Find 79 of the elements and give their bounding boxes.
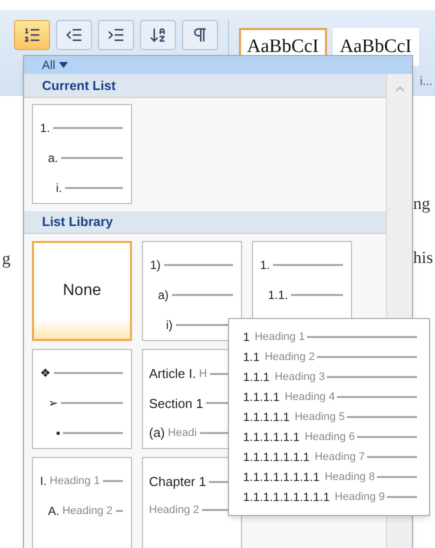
line-rule <box>102 480 123 482</box>
heading-number: 1.1.1.1 <box>243 389 280 406</box>
style-caption: i... <box>420 73 433 90</box>
toolbar-button[interactable] <box>56 20 92 50</box>
line-rule <box>61 402 123 404</box>
heading-label: Heading 4 <box>284 390 335 405</box>
line-rule <box>65 187 123 189</box>
list-marker: a) <box>158 287 169 304</box>
document-text: g <box>2 248 10 270</box>
list-marker: i. <box>56 180 62 197</box>
toolbar-button[interactable] <box>98 20 134 50</box>
heading-number: 1.1.1.1.1 <box>243 409 290 426</box>
list-style-tile[interactable]: ❖ ➢ ▪ <box>32 349 132 449</box>
list-marker: (a) <box>149 424 165 442</box>
document-text: ng <box>413 193 432 215</box>
heading-label: Heading 3 <box>274 370 325 385</box>
list-marker: ❖ <box>40 365 51 382</box>
toolbar-button[interactable] <box>182 20 218 50</box>
heading-label: Heading 7 <box>314 450 365 465</box>
list-marker: 1. <box>260 257 270 274</box>
heading-label: Heading 9 <box>334 490 385 505</box>
line-rule <box>376 476 417 478</box>
heading-number: 1 <box>243 329 250 346</box>
list-marker: 1) <box>150 257 161 274</box>
sort-icon <box>149 26 167 44</box>
heading-label: Heading 6 <box>304 430 355 445</box>
list-marker: 1.1. <box>268 287 288 304</box>
list-marker: ▪ <box>56 425 60 442</box>
increase-indent-icon <box>107 26 125 44</box>
list-style-tile[interactable]: I. Heading 1 A. Heading 2 <box>32 457 132 548</box>
list-style-tile[interactable]: None <box>32 241 132 341</box>
toolbar-button[interactable] <box>14 20 50 50</box>
list-marker: a. <box>48 150 58 167</box>
heading-number: 1.1.1.1.1.1.1 <box>243 449 310 466</box>
line-rule <box>366 456 417 458</box>
heading-label: Heading 2 <box>149 502 200 518</box>
list-style-tile[interactable]: 1. a. i. <box>32 104 132 204</box>
heading-label: Headi <box>168 426 197 440</box>
line-rule <box>61 157 123 159</box>
pilcrow-icon <box>191 26 209 44</box>
line-rule <box>273 264 343 266</box>
list-marker: Section 1 <box>149 394 204 412</box>
line-rule <box>356 436 417 438</box>
heading-number: 1.1.1 <box>243 369 270 386</box>
heading-label: Heading 1 <box>50 474 100 489</box>
list-marker: I. <box>40 473 47 490</box>
line-rule <box>386 496 417 498</box>
heading-label: Heading 2 <box>62 504 112 519</box>
line-rule <box>172 294 233 296</box>
line-rule <box>63 432 123 434</box>
section-header: List Library <box>24 211 386 234</box>
line-rule <box>54 372 123 374</box>
heading-label: Heading 2 <box>264 350 315 365</box>
document-text: his <box>413 246 433 268</box>
heading-label: Heading 5 <box>294 410 345 425</box>
heading-number: 1.1.1.1.1.1.1.1 <box>243 469 320 486</box>
list-marker: Article I. <box>149 365 196 383</box>
decrease-indent-icon <box>65 26 83 44</box>
filter-dropdown[interactable]: All <box>24 56 412 74</box>
list-marker: A. <box>48 503 60 520</box>
heading-number: 1.1.1.1.1.1 <box>243 429 300 446</box>
line-rule <box>53 127 123 129</box>
list-marker: i) <box>166 317 173 334</box>
list-marker: Chapter 1 <box>149 473 206 491</box>
section-header: Current List <box>24 74 386 98</box>
toolbar-button[interactable] <box>140 20 176 50</box>
caret-icon <box>59 62 68 68</box>
multilevel-list-icon <box>23 26 41 44</box>
list-marker: ➢ <box>48 395 58 412</box>
heading-label: Heading 8 <box>324 470 375 485</box>
heading-number: 1.1.1.1.1.1.1.1.1 <box>243 489 330 506</box>
heading-number: 1.1 <box>243 349 260 366</box>
line-rule <box>291 294 343 296</box>
list-style-tile[interactable]: 1) a) i) <box>142 241 242 341</box>
list-marker: 1. <box>40 120 50 137</box>
line-rule <box>164 264 233 266</box>
line-rule <box>346 416 417 418</box>
heading-label: H <box>198 366 207 382</box>
list-style-tile[interactable]: Chapter 1 Heading 2 <box>142 457 242 548</box>
